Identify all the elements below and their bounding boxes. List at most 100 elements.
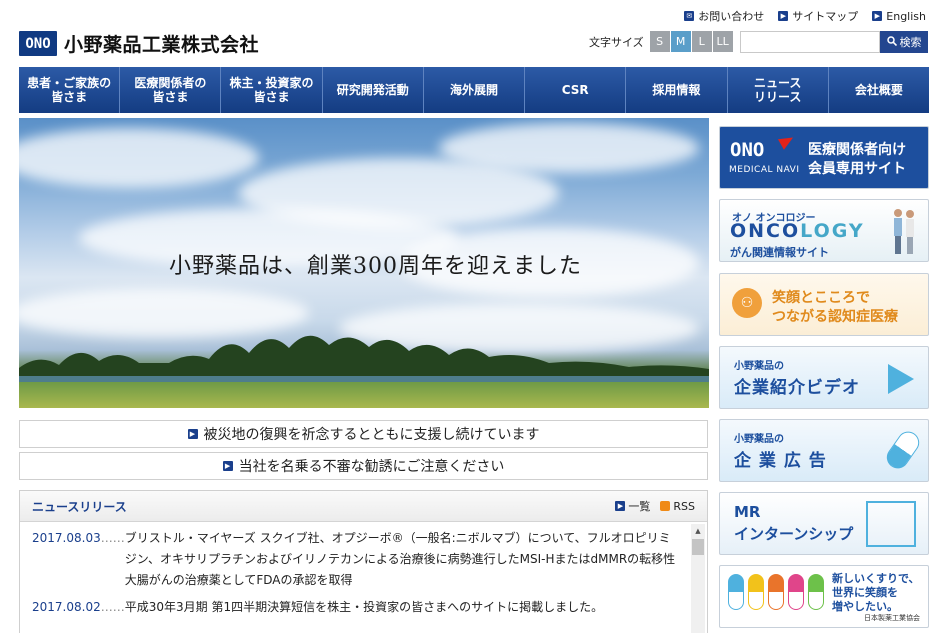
oncology-title: ONCOLOGY — [730, 220, 865, 242]
arrow-right-icon: ▶ — [222, 461, 233, 471]
people-icon: ⚇ — [732, 288, 762, 318]
banner-company-video[interactable]: 小野薬品の 企業紹介ビデオ — [719, 346, 929, 409]
presentation-board-icon — [866, 501, 916, 547]
news-headline-link[interactable]: ブリストル・マイヤーズ スクイブ社、オプジーボ®（一般名:ニボルマブ）について、… — [125, 528, 677, 591]
banner-mr-internship[interactable]: MR インターンシップ — [719, 492, 929, 555]
capsule-icon — [748, 574, 764, 610]
people-icon — [894, 209, 914, 254]
internship-line1: MR — [734, 503, 761, 521]
ono-logo: ONO — [730, 139, 765, 161]
mail-icon: ✉ — [684, 11, 695, 21]
oncology-title-a: ONCO — [730, 220, 801, 242]
medical-navi-line2: 会員専用サイト — [808, 161, 906, 177]
news-item: 2017.08.03 …… ブリストル・マイヤーズ スクイブ社、オプジーボ®（一… — [32, 528, 677, 591]
news-links: ▶ 一覧 RSS — [615, 498, 695, 514]
tree-line — [19, 335, 709, 383]
ad-title: 企 業 広 告 — [734, 451, 827, 471]
font-size-label: 文字サイズ — [589, 35, 644, 49]
nav-item-global[interactable]: 海外展開 — [424, 67, 526, 113]
nav-item-investors[interactable]: 株主・投資家の 皆さま — [221, 67, 323, 113]
search-button[interactable]: 検索 — [880, 31, 928, 53]
english-link-label: English — [886, 9, 926, 23]
notice-scam-text: 当社を名乗る不審な勧誘にご注意ください — [238, 459, 505, 475]
news-scrollbar[interactable]: ▲ — [691, 524, 705, 633]
oncology-title-b: LOGY — [800, 220, 865, 242]
news-list: 2017.08.03 …… ブリストル・マイヤーズ スクイブ社、オプジーボ®（一… — [20, 522, 707, 633]
english-link[interactable]: ▶ English — [872, 8, 926, 24]
news-dots: …… — [100, 600, 125, 614]
sitemap-link-label: サイトマップ — [792, 10, 859, 23]
site-header: ONO 小野薬品工業株式会社 ✉ お問い合わせ ▶ サイトマップ ▶ Engli… — [0, 0, 946, 66]
font-size-switcher: 文字サイズ S M L LL — [589, 31, 734, 52]
video-title: 企業紹介ビデオ — [734, 378, 860, 398]
arrow-right-icon: ▶ — [187, 429, 198, 439]
internship-line2: インターンシップ — [734, 525, 854, 543]
nav-item-research[interactable]: 研究開発活動 — [323, 67, 424, 113]
jpma-association: 日本製薬工業協会 — [864, 614, 920, 622]
news-list-label: 一覧 — [628, 500, 651, 513]
capsule-icon — [788, 574, 804, 610]
news-rss-link[interactable]: RSS — [660, 500, 695, 513]
capsule-characters — [728, 574, 824, 610]
hero-headline: 小野薬品は、創業300周年を迎えました — [169, 254, 582, 279]
news-dots: …… — [100, 531, 125, 545]
sitemap-link[interactable]: ▶ サイトマップ — [778, 8, 858, 24]
video-sub: 小野薬品の — [734, 361, 784, 372]
nav-item-careers[interactable]: 採用情報 — [626, 67, 728, 113]
news-headline-link[interactable]: 平成30年3月期 第1四半期決算短信を株主・投資家の皆さまへのサイトに掲載しまし… — [125, 597, 603, 618]
company-logo[interactable]: ONO 小野薬品工業株式会社 — [19, 30, 259, 57]
banner-jpma[interactable]: 新しいくすりで、 世界に笑顔を 増やしたい。 日本製薬工業協会 — [719, 565, 929, 628]
jpma-message: 新しいくすりで、 世界に笑顔を 増やしたい。 — [832, 572, 920, 613]
contact-link-label: お問い合わせ — [698, 10, 765, 23]
notice-disaster-text: 被災地の復興を祈念するとともに支援し続けています — [203, 427, 540, 443]
scroll-up-icon[interactable]: ▲ — [691, 524, 705, 537]
rss-icon — [660, 501, 671, 511]
banner-oncology[interactable]: オノ オンコロジー ONCOLOGY がん関連情報サイト — [719, 199, 929, 262]
search-icon — [886, 35, 897, 49]
capsule-icon — [768, 574, 784, 610]
dementia-line1: 笑顔とこころで — [772, 290, 870, 306]
nav-item-medical[interactable]: 医療関係者の 皆さま — [120, 67, 222, 113]
news-title: ニュースリリース — [32, 499, 127, 514]
banner-dementia-care[interactable]: ⚇ 笑顔とこころで つながる認知症医療 — [719, 273, 929, 336]
font-size-m-button[interactable]: M — [670, 31, 691, 52]
font-size-l-button[interactable]: L — [691, 31, 712, 52]
news-item: 2017.08.02 …… 平成30年3月期 第1四半期決算短信を株主・投資家の… — [32, 597, 677, 618]
nav-item-patients[interactable]: 患者・ご家族の 皆さま — [19, 67, 121, 113]
font-size-s-button[interactable]: S — [649, 31, 670, 52]
capsule-icon — [728, 574, 744, 610]
news-release-panel: ニュースリリース ▶ 一覧 RSS 2017.08.03 …… ブリストル・マイ… — [19, 490, 708, 633]
arrow-right-icon: ▶ — [778, 11, 789, 21]
cloud — [439, 123, 699, 173]
capsule-icon — [882, 427, 924, 473]
news-rss-label: RSS — [673, 499, 695, 513]
company-name: 小野薬品工業株式会社 — [64, 34, 260, 56]
font-size-ll-button[interactable]: LL — [712, 31, 733, 52]
nav-item-csr[interactable]: CSR — [525, 67, 627, 113]
red-arrow-icon — [777, 132, 797, 150]
arrow-right-icon: ▶ — [872, 11, 883, 21]
news-header: ニュースリリース ▶ 一覧 RSS — [20, 491, 707, 522]
grass-field — [19, 382, 709, 408]
global-nav: 患者・ご家族の 皆さま 医療関係者の 皆さま 株主・投資家の 皆さま 研究開発活… — [19, 67, 929, 113]
news-date: 2017.08.02 — [32, 600, 101, 614]
hero-image[interactable]: 小野薬品は、創業300周年を迎えました — [19, 118, 709, 408]
capsule-icon — [808, 574, 824, 610]
cloud — [19, 128, 259, 188]
nav-item-company[interactable]: 会社概要 — [829, 67, 929, 113]
site-search: 検索 — [740, 31, 928, 53]
banner-corporate-ad[interactable]: 小野薬品の 企 業 広 告 — [719, 419, 929, 482]
notice-disaster-support[interactable]: ▶ 被災地の復興を祈念するとともに支援し続けています — [19, 420, 708, 448]
news-list-link[interactable]: ▶ 一覧 — [615, 498, 650, 514]
nav-item-news[interactable]: ニュース リリース — [728, 67, 829, 113]
arrow-right-icon: ▶ — [615, 501, 626, 511]
utility-links: ✉ お問い合わせ ▶ サイトマップ ▶ English — [684, 8, 926, 24]
oncology-desc: がん関連情報サイト — [730, 246, 829, 259]
news-date: 2017.08.03 — [32, 531, 101, 545]
contact-link[interactable]: ✉ お問い合わせ — [684, 8, 764, 24]
search-input[interactable] — [740, 31, 880, 53]
notice-scam-warning[interactable]: ▶ 当社を名乗る不審な勧誘にご注意ください — [19, 452, 708, 480]
play-icon — [888, 364, 914, 394]
banner-medical-navi[interactable]: ONO MEDICAL NAVI 医療関係者向け 会員専用サイト — [719, 126, 929, 189]
scroll-thumb[interactable] — [692, 539, 704, 555]
